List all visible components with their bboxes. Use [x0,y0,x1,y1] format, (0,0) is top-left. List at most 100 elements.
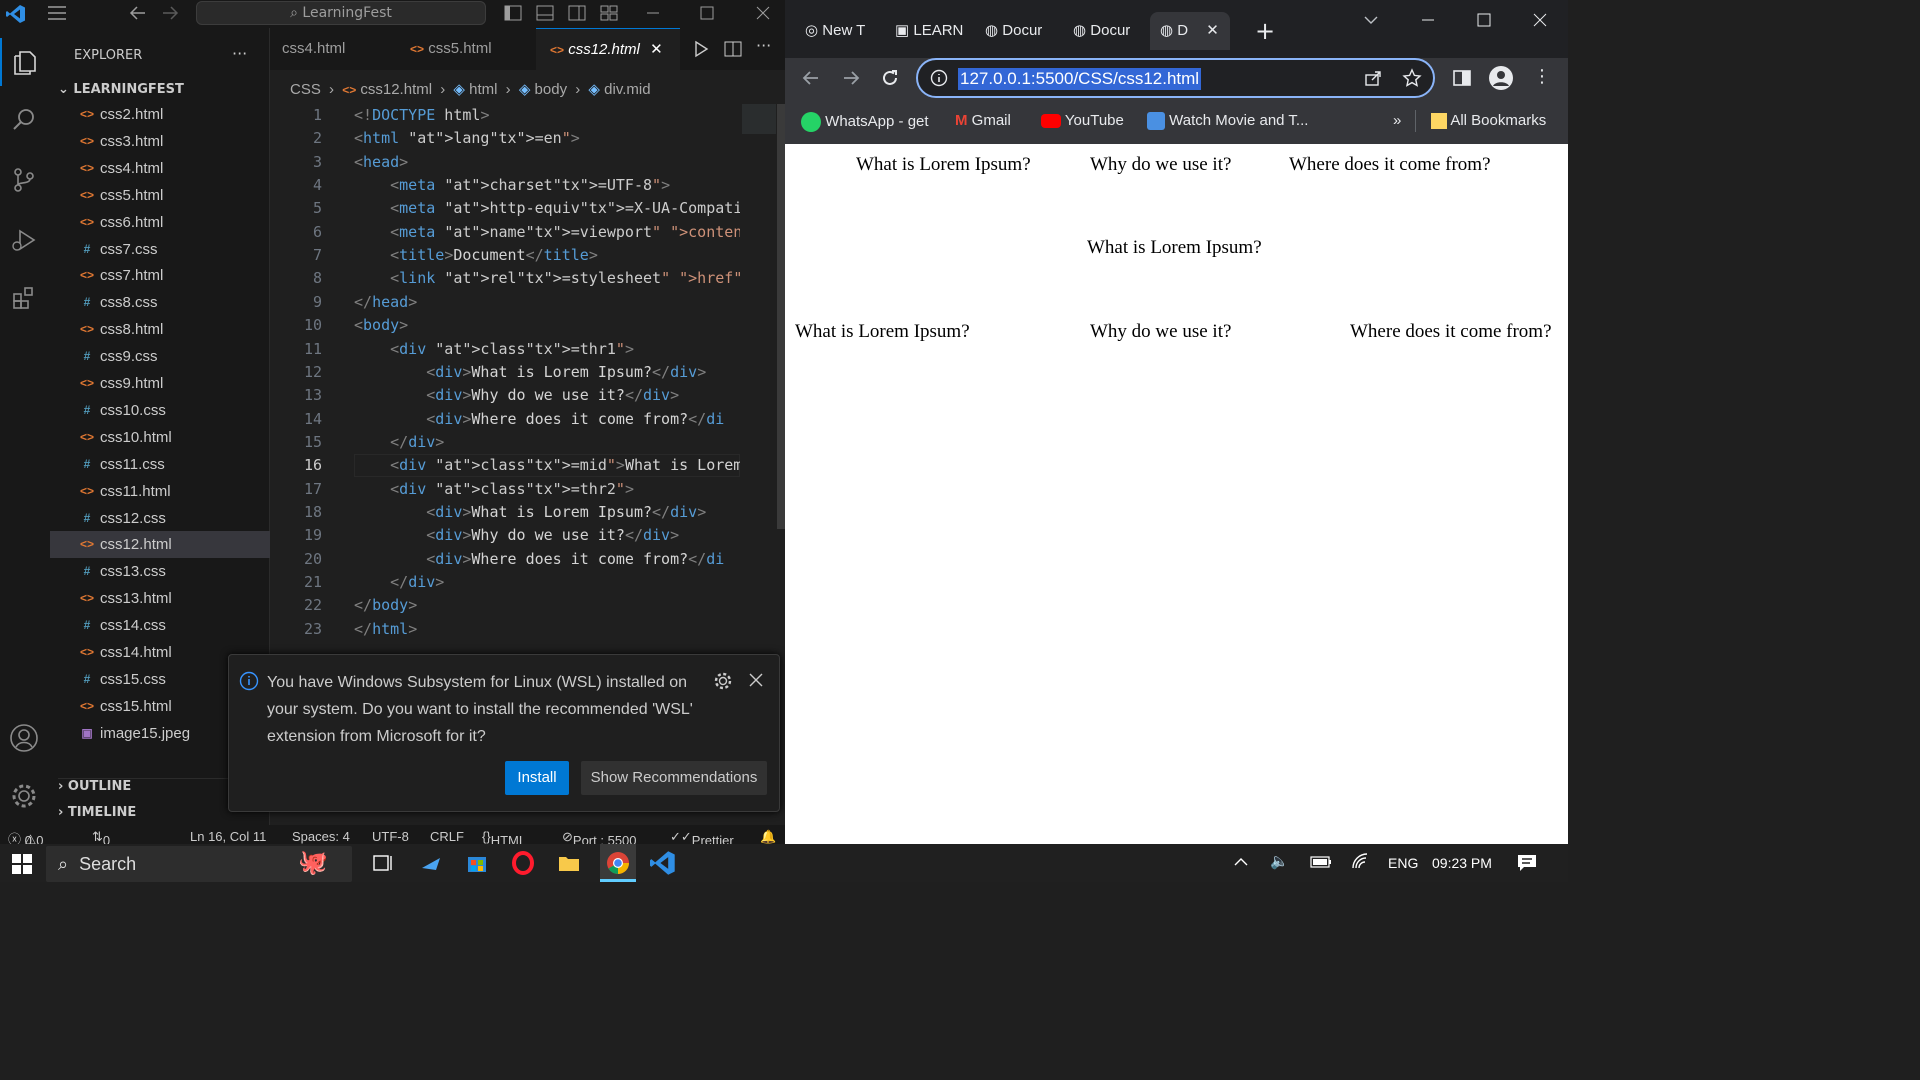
breadcrumb-item[interactable]: CSS [290,81,321,98]
toggle-primary-sidebar-icon[interactable] [504,2,522,30]
breadcrumb-item[interactable]: div.mid [604,81,650,98]
back-arrow-icon[interactable] [801,68,821,92]
file-item[interactable]: # css9.css [50,343,270,370]
notifications-bell-icon[interactable]: 🔔 [760,829,776,844]
code-line[interactable]: 4 <meta "at">charset"tx">=UTF-8"> [270,174,740,197]
forward-arrow-icon[interactable] [841,68,861,92]
bookmark-gmail[interactable]: M Gmail [955,112,1011,129]
code-line[interactable]: 9 </head> [270,291,740,314]
notification-settings-gear-icon[interactable] [713,671,733,695]
chrome-menu-icon[interactable]: ⋮ [1533,66,1551,87]
file-item[interactable]: # css11.css [50,451,270,478]
browser-tab-active[interactable]: ◍ D ✕ [1150,12,1230,50]
more-bookmarks-chevron-icon[interactable]: » [1393,112,1401,129]
install-button[interactable]: Install [505,761,569,795]
code-line[interactable]: 22 </body> [270,594,740,617]
file-item[interactable]: <> css2.html [50,101,270,128]
all-bookmarks-folder[interactable]: All Bookmarks [1431,112,1546,130]
code-line[interactable]: 17 <div "at">class"tx">=thr2"> [270,478,740,501]
code-line[interactable]: 13 <div>Why do we use it?</div> [270,384,740,407]
file-item[interactable]: <> css9.html [50,370,270,397]
breadcrumb-item[interactable]: css12.html [360,81,432,98]
source-control-icon[interactable] [0,156,48,204]
breadcrumb-item[interactable]: html [469,81,497,98]
code-line[interactable]: 1 <!DOCTYPE html> [270,104,740,127]
browser-tab[interactable]: ▣ LEARN [889,12,969,50]
toggle-secondary-sidebar-icon[interactable] [568,2,586,30]
side-panel-icon[interactable] [1453,69,1471,91]
command-center-search[interactable]: ⌕ LearningFest [196,1,486,25]
forward-arrow-icon[interactable] [160,2,180,30]
language-mode[interactable]: {} HTML [482,829,526,844]
tab-css4[interactable]: css4.html [270,28,398,70]
new-tab-plus-icon[interactable]: + [1255,16,1275,46]
code-line[interactable]: 2 <html "at">lang"tx">=en"> [270,127,740,150]
problems-status[interactable]: ⓧ 0 ⚠ 0 [8,829,44,844]
file-item[interactable]: <> css13.html [50,585,270,612]
file-item[interactable]: # css12.css [50,505,270,532]
windows-start-icon[interactable] [12,854,32,879]
battery-icon[interactable] [1310,854,1332,875]
menu-icon[interactable] [46,2,68,30]
file-item[interactable]: # css7.css [50,236,270,263]
file-item[interactable]: <> css11.html [50,478,270,505]
ports-status[interactable]: ⇅ 0 [92,829,110,844]
prettier-status[interactable]: ✓✓ Prettier [670,829,734,844]
tab-search-chevron-icon[interactable] [1363,12,1379,32]
code-line[interactable]: 23 </html> [270,618,740,641]
show-recommendations-button[interactable]: Show Recommendations [581,761,767,795]
file-explorer-icon[interactable] [556,850,582,876]
code-line[interactable]: 8 <link "at">rel"tx">=stylesheet" ">href… [270,267,740,290]
file-item[interactable]: <> css12.html [50,531,270,559]
cursor-position[interactable]: Ln 16, Col 11 [190,829,266,844]
manage-gear-icon[interactable] [0,772,48,820]
site-info-icon[interactable] [930,69,948,91]
code-line[interactable]: 12 <div>What is Lorem Ipsum?</div> [270,361,740,384]
close-icon[interactable] [756,2,770,30]
encoding[interactable]: UTF-8 [372,829,409,844]
file-item[interactable]: # css10.css [50,397,270,424]
app-icon[interactable] [418,850,444,876]
file-item[interactable]: <> css10.html [50,424,270,451]
run-icon[interactable] [692,40,710,62]
maximize-icon[interactable] [1477,12,1491,32]
code-line[interactable]: 16 <div "at">class"tx">=mid">What is Lor… [270,454,740,478]
browser-tab[interactable]: ◍ Docur [1067,12,1147,50]
microsoft-store-icon[interactable] [464,850,490,876]
share-icon[interactable] [1364,69,1382,91]
bookmark-star-icon[interactable] [1402,68,1422,92]
back-arrow-icon[interactable] [128,2,148,30]
end-of-line[interactable]: CRLF [430,829,464,844]
file-item[interactable]: <> css3.html [50,128,270,155]
run-debug-icon[interactable] [0,216,48,264]
customize-layout-icon[interactable] [600,2,618,30]
language-indicator[interactable]: ENG [1388,855,1418,871]
code-line[interactable]: 14 <div>Where does it come from?</di [270,408,740,431]
tab-css12[interactable]: <> css12.html ✕ [536,28,680,70]
code-line[interactable]: 5 <meta "at">http-equiv"tx">=X-UA-Compat… [270,197,740,220]
bookmark-youtube[interactable]: YouTube [1041,112,1124,129]
bookmark-whatsapp[interactable]: WhatsApp - get [801,112,929,132]
notification-close-icon[interactable] [747,671,765,693]
close-tab-icon[interactable]: ✕ [1206,22,1219,39]
address-bar[interactable]: 127.0.0.1:5500/CSS/css12.html [916,58,1435,98]
search-icon[interactable] [0,96,48,144]
code-line[interactable]: 19 <div>Why do we use it?</div> [270,524,740,547]
chrome-taskbar-icon[interactable] [600,844,636,882]
code-line[interactable]: 15 </div> [270,431,740,454]
minimize-icon[interactable] [1421,12,1435,32]
file-item[interactable]: # css8.css [50,289,270,316]
close-tab-icon[interactable]: ✕ [650,41,663,58]
clock[interactable]: 09:23 PM [1432,855,1492,871]
show-hidden-icons-chevron-icon[interactable] [1232,852,1250,877]
file-item[interactable]: <> css4.html [50,155,270,182]
code-line[interactable]: 3 <head> [270,151,740,174]
volume-icon[interactable]: 🔈 [1270,852,1289,870]
code-line[interactable]: 10 <body> [270,314,740,337]
minimap[interactable] [740,104,780,649]
more-actions-icon[interactable]: ··· [232,44,247,63]
bookmark-watch-movie[interactable]: Watch Movie and T... [1147,112,1308,131]
editor-scrollbar[interactable] [777,104,785,529]
code-line[interactable]: 11 <div "at">class"tx">=thr1"> [270,338,740,361]
indentation[interactable]: Spaces: 4 [292,829,350,844]
